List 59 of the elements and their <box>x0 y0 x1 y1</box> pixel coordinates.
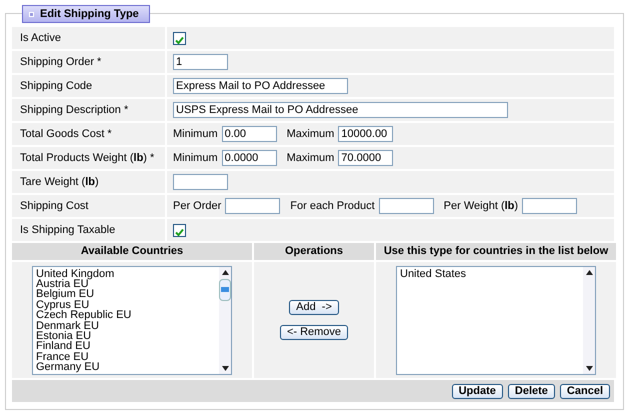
list-item[interactable]: Finland EU <box>36 341 216 352</box>
button[interactable]: Update <box>452 384 503 398</box>
field-label: Shipping Cost <box>12 195 167 217</box>
list-item[interactable]: Austria EU <box>36 278 216 290</box>
button[interactable]: <- Remove <box>280 325 348 340</box>
input-label: Per Weight (lb) <box>444 198 518 214</box>
input-field[interactable]: 0.0000 <box>222 150 277 166</box>
square-icon <box>29 12 34 16</box>
field-label: Shipping Description * <box>12 99 167 121</box>
list-item[interactable]: United States <box>400 268 580 279</box>
checkbox[interactable] <box>173 224 186 236</box>
list-item[interactable]: Estonia EU <box>36 330 216 342</box>
scroll-up-icon[interactable] <box>586 270 592 274</box>
list-box[interactable]: United Kingdom Austria EU Belgium EU Cyprus EU Czech Republic EU Denmark EU Estonia EU Finland EU France EU Germany EU <box>32 266 232 374</box>
list-item[interactable]: Denmark EU <box>36 320 216 331</box>
input-field[interactable]: 0.00 <box>222 126 277 142</box>
scroll-down-icon[interactable] <box>586 366 592 370</box>
column-header: Use this type for countries in the list below <box>376 243 616 260</box>
input-label: Maximum <box>286 126 334 142</box>
list-item[interactable]: United Kingdom <box>36 268 216 279</box>
scrollbar[interactable] <box>219 266 231 374</box>
field-label: Is Shipping Taxable <box>12 219 167 241</box>
field-label: Shipping Code <box>12 75 167 97</box>
input-label: Per Order <box>173 198 222 214</box>
input-field[interactable] <box>522 198 578 214</box>
input-field[interactable]: 1 <box>173 54 228 70</box>
scroll-up-icon[interactable] <box>222 270 228 274</box>
input-field[interactable] <box>173 174 228 190</box>
input-label: For each Product <box>290 198 375 214</box>
button[interactable]: Cancel <box>560 384 610 398</box>
input-field[interactable] <box>225 198 280 214</box>
list-box[interactable]: United States <box>396 266 596 374</box>
button[interactable]: Add -> <box>289 300 339 315</box>
input-field[interactable]: 10000.00 <box>338 126 394 142</box>
button[interactable]: Delete <box>508 384 555 398</box>
list-item[interactable]: France EU <box>36 352 216 362</box>
scroll-down-icon[interactable] <box>222 366 228 370</box>
input-field[interactable]: USPS Express Mail to PO Addressee <box>173 102 508 118</box>
field-label: Is Active <box>12 27 167 49</box>
list-item[interactable]: Germany EU <box>36 362 216 373</box>
input-field[interactable] <box>378 198 434 214</box>
legend-title: Edit Shipping Type <box>40 6 139 22</box>
field-label: Shipping Order * <box>12 51 167 73</box>
input-field[interactable]: 70.0000 <box>338 150 394 166</box>
input-label: Maximum <box>286 150 334 166</box>
input-field[interactable]: Express Mail to PO Addressee <box>173 78 348 94</box>
scrollbar[interactable] <box>583 266 595 374</box>
input-label: Minimum <box>173 150 218 166</box>
scrollbar-thumb[interactable] <box>219 278 231 300</box>
list-item[interactable]: Belgium EU <box>36 289 216 300</box>
field-label: Total Goods Cost * <box>12 123 167 145</box>
input-label: Minimum <box>173 126 218 142</box>
field-label: Tare Weight (lb) <box>12 171 167 193</box>
column-header: Available Countries <box>12 243 252 260</box>
checkbox[interactable] <box>173 32 186 44</box>
list-item[interactable]: Cyprus EU <box>36 300 216 310</box>
list-item[interactable]: Czech Republic EU <box>36 310 216 321</box>
field-label: Total Products Weight (lb) * <box>12 147 167 169</box>
column-header: Operations <box>254 243 374 260</box>
